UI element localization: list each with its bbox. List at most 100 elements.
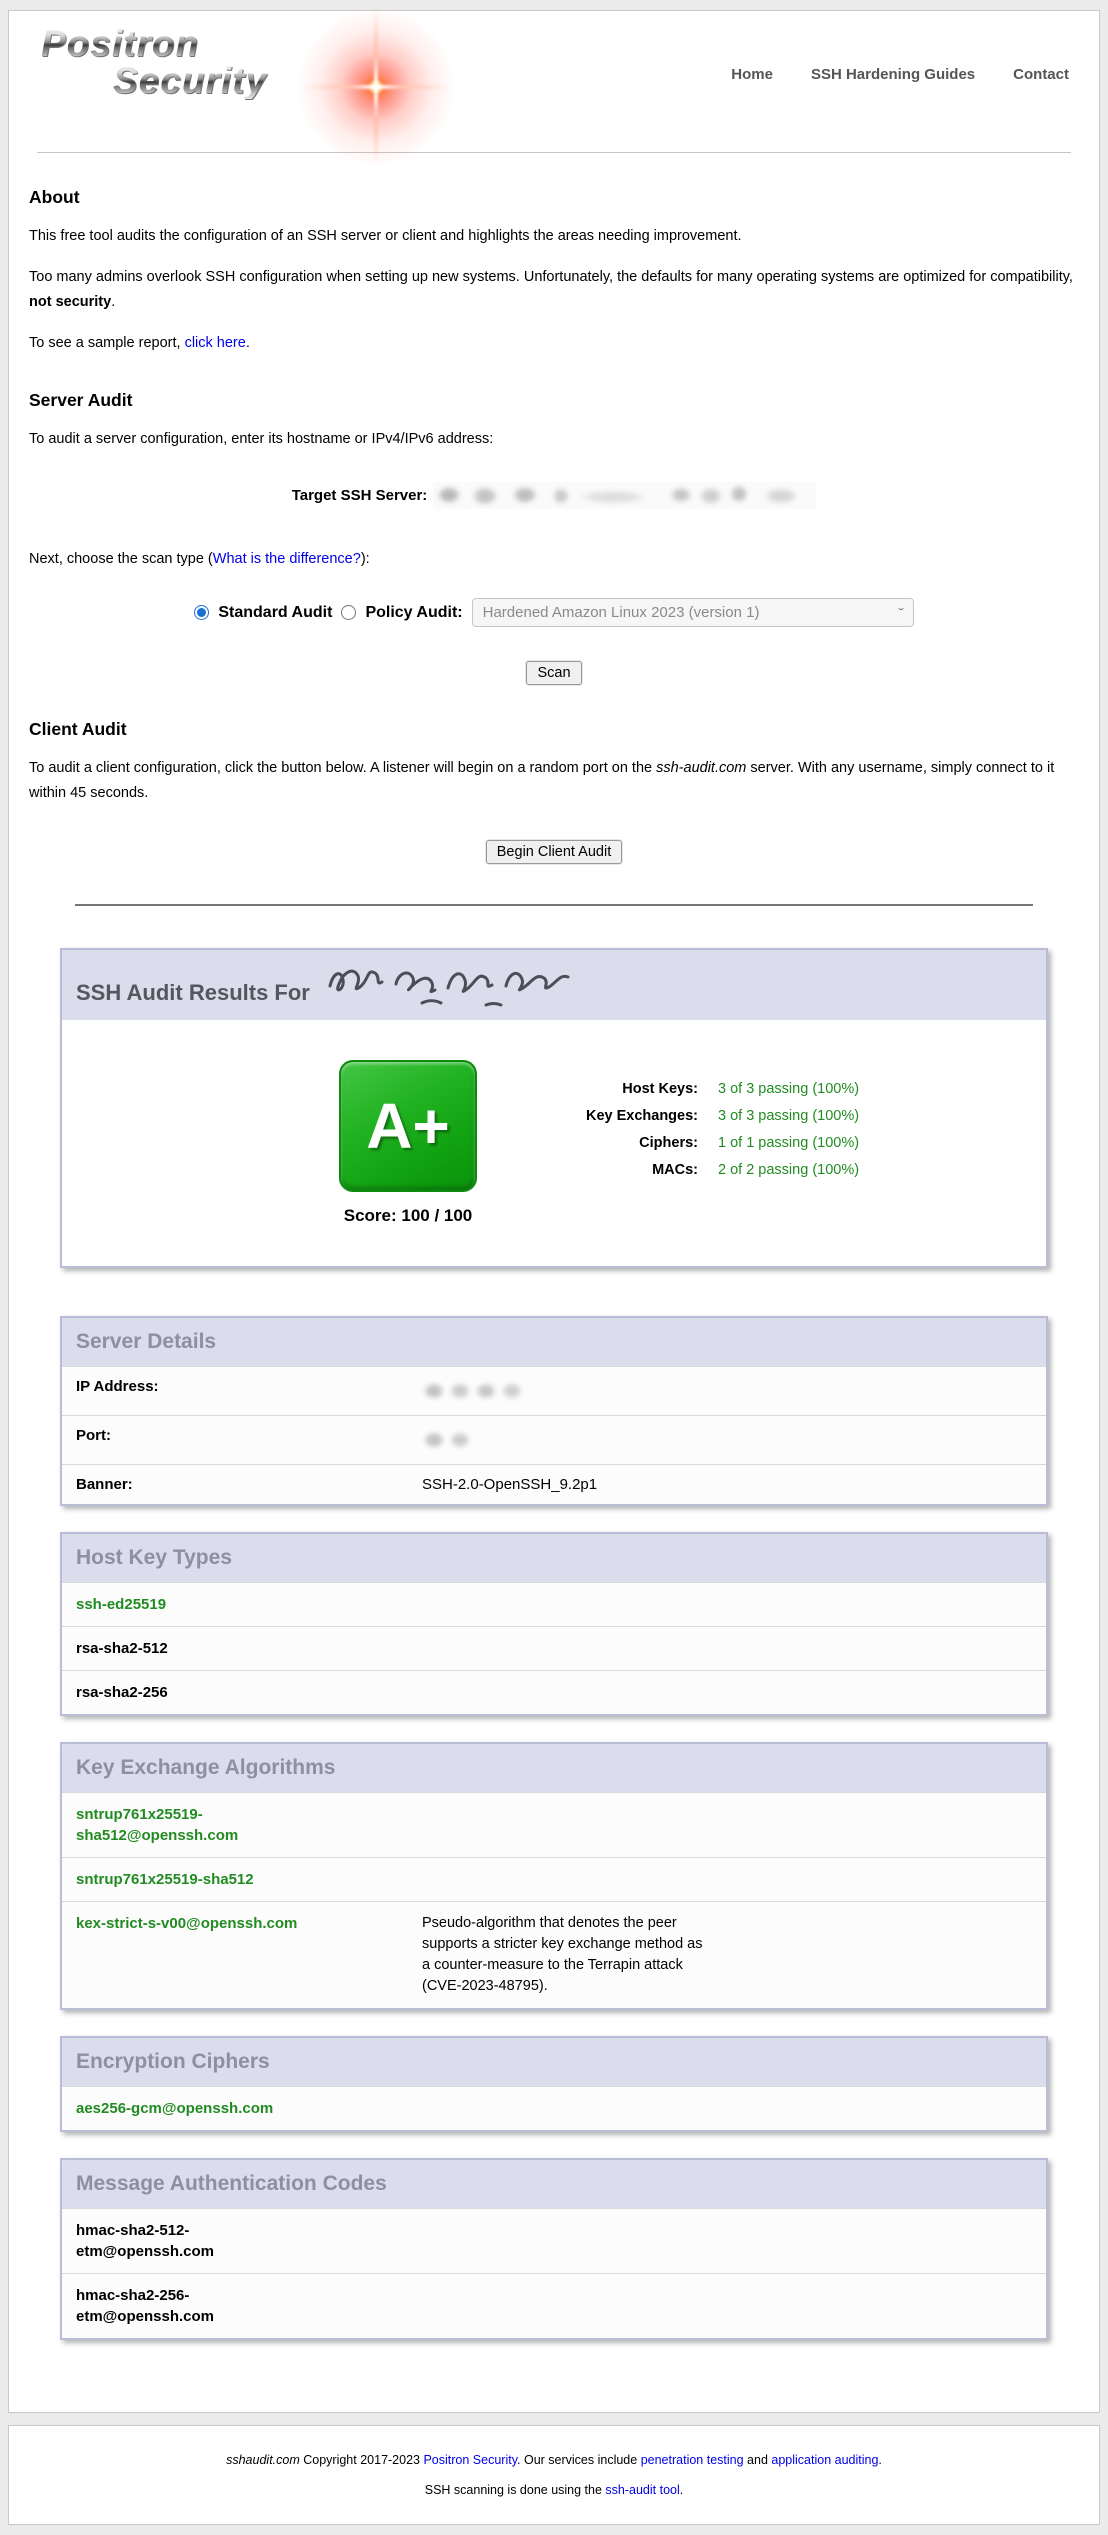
host-key-name: ssh-ed25519 bbox=[76, 1594, 166, 1615]
stat-label-key-exchanges: Key Exchanges: bbox=[528, 1108, 698, 1124]
nav-home[interactable]: Home bbox=[731, 66, 773, 83]
score-label: Score: 100 / 100 bbox=[338, 1206, 478, 1226]
standard-audit-radio[interactable] bbox=[194, 605, 209, 620]
server-details-table: Server Details IP Address: Port: Banner:… bbox=[60, 1316, 1048, 1506]
footer-domain: sshaudit.com bbox=[226, 2453, 300, 2467]
kex-name: sntrup761x25519-sha512 bbox=[76, 1869, 254, 1890]
positron-security-logo: Positron Security bbox=[41, 25, 461, 145]
table-row: Port: bbox=[62, 1415, 1046, 1464]
kex-name: kex-strict-s-v00@openssh.com bbox=[76, 1913, 312, 1997]
kex-note: Pseudo-algorithm that denotes the peer s… bbox=[422, 1913, 1032, 1997]
results-header: SSH Audit Results For bbox=[62, 950, 1046, 1020]
scan-type-options: Standard Audit Policy Audit: Hardened Am… bbox=[29, 598, 1079, 627]
footer-text: . bbox=[878, 2453, 881, 2467]
grade-column: A+ Score: 100 / 100 bbox=[338, 1060, 478, 1226]
policy-audit-radio[interactable] bbox=[341, 605, 356, 620]
begin-client-audit-button[interactable]: Begin Client Audit bbox=[486, 840, 622, 864]
redacted-hostname-blur bbox=[433, 482, 816, 509]
about-p2-text: Too many admins overlook SSH configurati… bbox=[29, 269, 1073, 285]
about-heading: About bbox=[29, 187, 1079, 208]
key-exchange-header: Key Exchange Algorithms bbox=[62, 1744, 1046, 1792]
begin-client-audit-row: Begin Client Audit bbox=[29, 840, 1079, 864]
results-table: SSH Audit Results For A+ bbox=[60, 948, 1048, 1268]
footer-line-2: SSH scanning is done using the ssh-audit… bbox=[9, 2483, 1099, 2497]
stat-value-key-exchanges: 3 of 3 passing (100%) bbox=[718, 1108, 859, 1124]
scan-button-row: Scan bbox=[29, 661, 1079, 685]
client-audit-heading: Client Audit bbox=[29, 719, 1079, 740]
footer-text: . bbox=[680, 2483, 683, 2497]
policy-select-value: Hardened Amazon Linux 2023 (version 1) bbox=[483, 604, 760, 621]
about-p2-bold: not security bbox=[29, 294, 111, 310]
sample-report-link[interactable]: click here bbox=[185, 335, 246, 351]
ssh-audit-tool-link[interactable]: ssh-audit tool bbox=[605, 2483, 679, 2497]
stat-label-host-keys: Host Keys: bbox=[528, 1081, 698, 1097]
redacted-hostname-scribble bbox=[324, 962, 574, 1008]
grade-value: A+ bbox=[366, 1089, 450, 1163]
results-title: SSH Audit Results For bbox=[76, 980, 310, 1005]
scan-button[interactable]: Scan bbox=[526, 661, 581, 685]
server-audit-heading: Server Audit bbox=[29, 390, 1079, 411]
grade-badge: A+ bbox=[339, 1060, 477, 1192]
target-server-label: Target SSH Server: bbox=[292, 487, 428, 504]
results-body: A+ Score: 100 / 100 Host Keys: 3 of 3 pa… bbox=[62, 1020, 1046, 1266]
scan-type-text-end: ): bbox=[361, 551, 370, 567]
application-auditing-link[interactable]: application auditing bbox=[771, 2453, 878, 2467]
client-audit-domain: ssh-audit.com bbox=[656, 760, 746, 776]
table-row: ssh-ed25519 bbox=[62, 1582, 1046, 1626]
ip-address-label: IP Address: bbox=[76, 1378, 422, 1404]
mac-name: hmac-sha2-512-etm@openssh.com bbox=[76, 2220, 312, 2262]
client-audit-paragraph: To audit a client configuration, click t… bbox=[29, 756, 1079, 806]
banner-label: Banner: bbox=[76, 1476, 422, 1493]
encryption-ciphers-header: Encryption Ciphers bbox=[62, 2038, 1046, 2086]
target-server-input[interactable] bbox=[433, 482, 816, 509]
stat-value-ciphers: 1 of 1 passing (100%) bbox=[718, 1135, 859, 1151]
macs-table: Message Authentication Codes hmac-sha2-5… bbox=[60, 2158, 1048, 2340]
results-stats: Host Keys: 3 of 3 passing (100%) Key Exc… bbox=[528, 1081, 859, 1178]
scan-type-difference-link[interactable]: What is the difference? bbox=[213, 551, 361, 567]
table-row: hmac-sha2-512-etm@openssh.com bbox=[62, 2208, 1046, 2273]
main-nav: Home SSH Hardening Guides Contact bbox=[731, 66, 1069, 83]
stat-value-macs: 2 of 2 passing (100%) bbox=[718, 1162, 859, 1178]
chevron-down-icon: ˇ bbox=[898, 606, 904, 620]
scan-type-text: Next, choose the scan type ( bbox=[29, 551, 213, 567]
footer-text: . Our services include bbox=[517, 2453, 641, 2467]
banner-value: SSH-2.0-OpenSSH_9.2p1 bbox=[422, 1476, 1032, 1493]
table-row: Banner: SSH-2.0-OpenSSH_9.2p1 bbox=[62, 1464, 1046, 1504]
page-content: About This free tool audits the configur… bbox=[9, 187, 1099, 2412]
footer-line-1: sshaudit.com Copyright 2017-2023 Positro… bbox=[9, 2453, 1099, 2467]
macs-header: Message Authentication Codes bbox=[62, 2160, 1046, 2208]
footer-text: Copyright 2017-2023 bbox=[300, 2453, 424, 2467]
policy-audit-label[interactable]: Policy Audit: bbox=[365, 604, 462, 622]
footer-text: and bbox=[744, 2453, 772, 2467]
penetration-testing-link[interactable]: penetration testing bbox=[641, 2453, 744, 2467]
stat-value-host-keys: 3 of 3 passing (100%) bbox=[718, 1081, 859, 1097]
key-exchange-table: Key Exchange Algorithms sntrup761x25519-… bbox=[60, 1742, 1048, 2010]
about-paragraph-2: Too many admins overlook SSH configurati… bbox=[29, 265, 1079, 315]
nav-contact[interactable]: Contact bbox=[1013, 66, 1069, 83]
cipher-name: aes256-gcm@openssh.com bbox=[76, 2098, 273, 2119]
encryption-ciphers-table: Encryption Ciphers aes256-gcm@openssh.co… bbox=[60, 2036, 1048, 2132]
client-audit-text: To audit a client configuration, click t… bbox=[29, 760, 656, 776]
footer-text: SSH scanning is done using the bbox=[425, 2483, 606, 2497]
table-row: rsa-sha2-256 bbox=[62, 1670, 1046, 1714]
main-card: Positron Security Home SSH Hardening Gui… bbox=[8, 10, 1100, 2413]
positron-security-link[interactable]: Positron Security bbox=[423, 2453, 517, 2467]
server-details-header: Server Details bbox=[62, 1318, 1046, 1366]
standard-audit-label[interactable]: Standard Audit bbox=[218, 604, 332, 622]
about-paragraph-3: To see a sample report, click here. bbox=[29, 331, 1079, 356]
table-row: hmac-sha2-256-etm@openssh.com bbox=[62, 2273, 1046, 2338]
host-key-types-table: Host Key Types ssh-ed25519 rsa-sha2-512 … bbox=[60, 1532, 1048, 1716]
logo-text: Positron Security bbox=[41, 25, 461, 99]
policy-select[interactable]: Hardened Amazon Linux 2023 (version 1) ˇ bbox=[472, 598, 914, 627]
redacted-port-blur bbox=[422, 1427, 474, 1453]
results-divider bbox=[75, 904, 1033, 906]
redacted-ip-blur bbox=[422, 1378, 527, 1404]
host-key-name: rsa-sha2-512 bbox=[76, 1638, 168, 1659]
logo-line-1: Positron bbox=[41, 25, 461, 62]
about-p2-period: . bbox=[111, 294, 115, 310]
about-p3-text: To see a sample report, bbox=[29, 335, 185, 351]
nav-ssh-hardening-guides[interactable]: SSH Hardening Guides bbox=[811, 66, 975, 83]
site-footer: sshaudit.com Copyright 2017-2023 Positro… bbox=[8, 2425, 1100, 2525]
scan-type-paragraph: Next, choose the scan type (What is the … bbox=[29, 547, 1079, 572]
table-row: IP Address: bbox=[62, 1366, 1046, 1415]
